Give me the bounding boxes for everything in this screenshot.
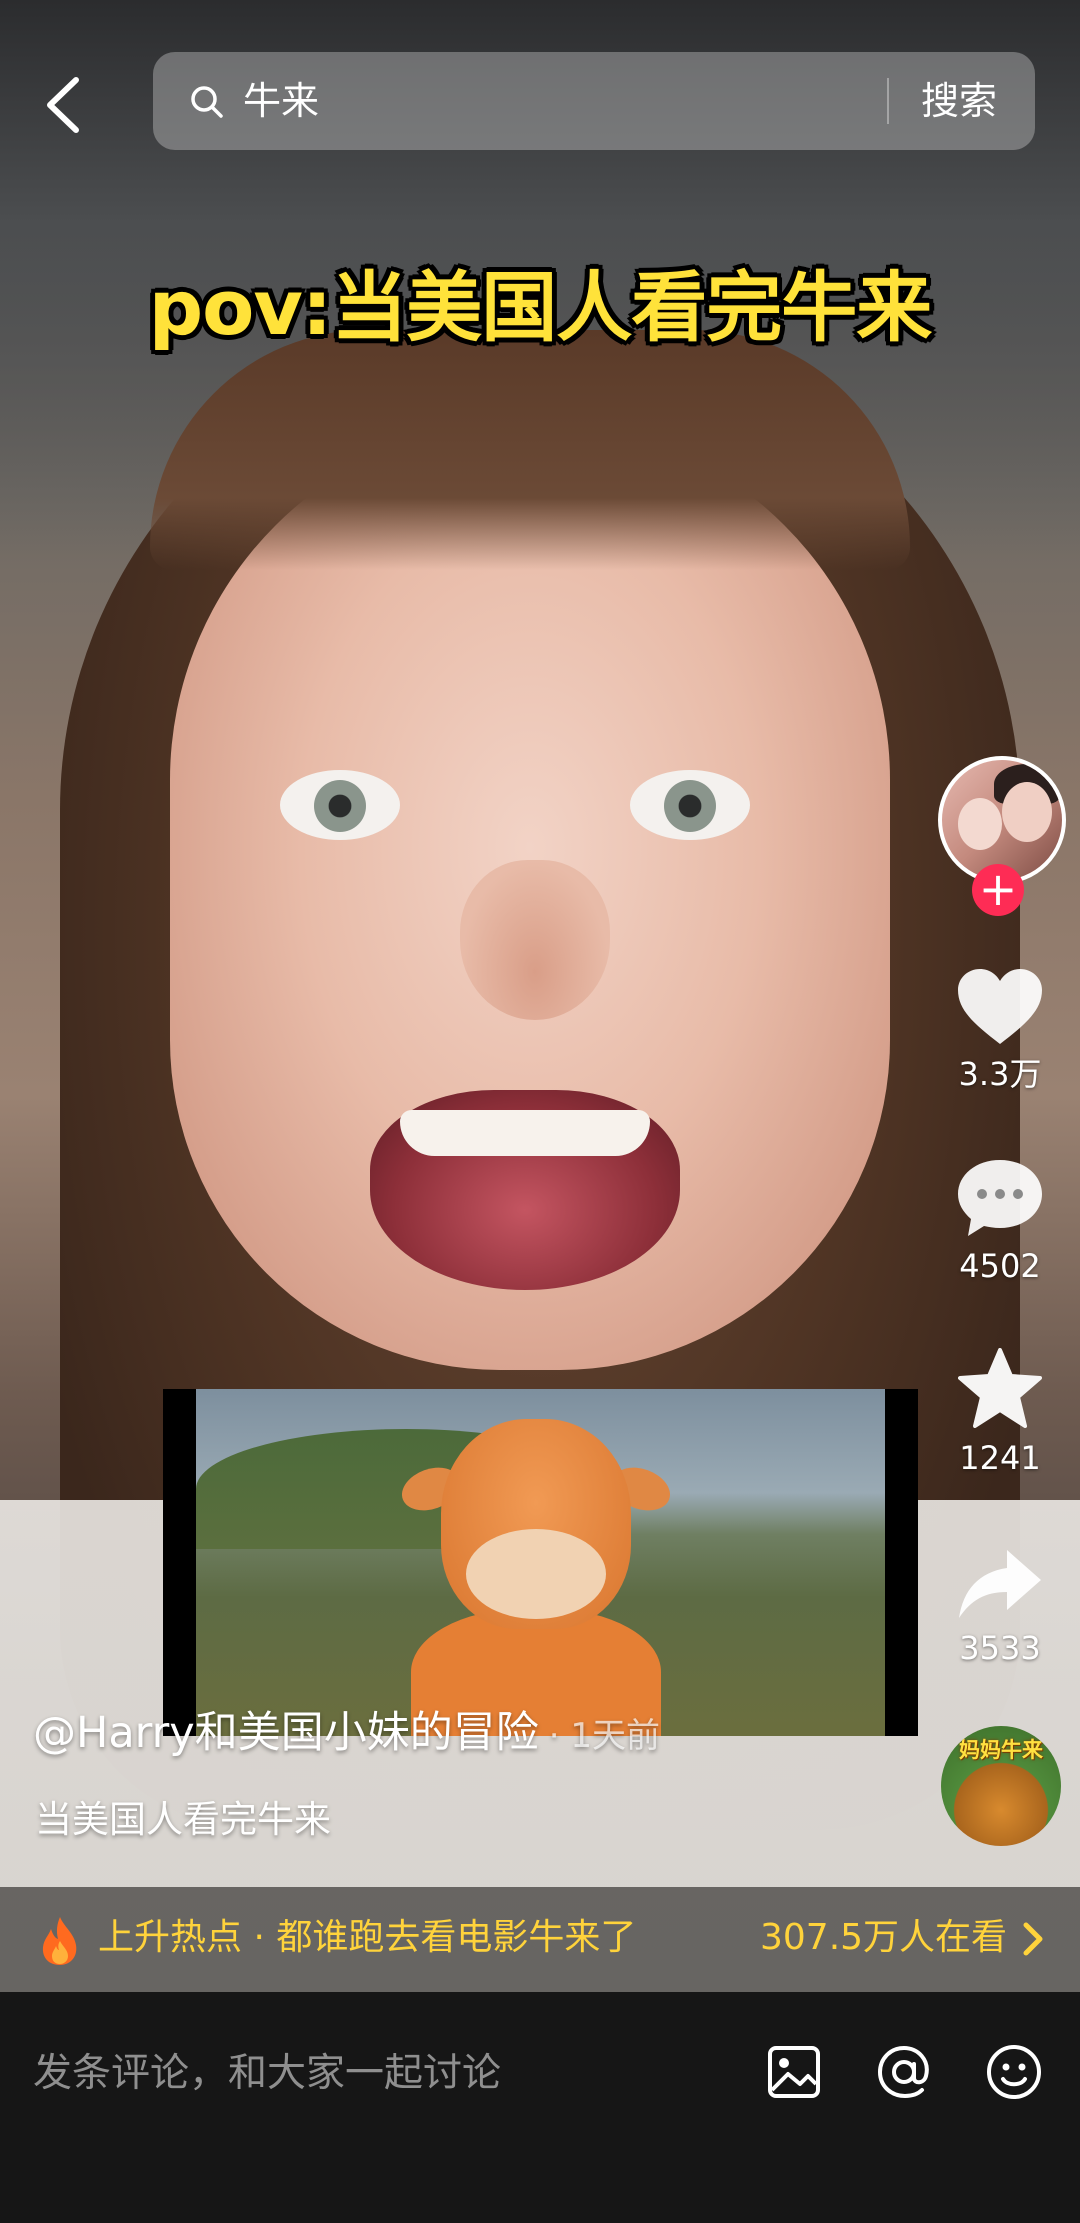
video-caption: pov:当美国人看完牛来: [148, 263, 933, 352]
avatar-face-2: [1002, 782, 1052, 842]
share-arrow-icon: [959, 1550, 1041, 1618]
share-button[interactable]: 3533: [930, 1546, 1070, 1668]
favorite-count: 1241: [959, 1439, 1041, 1477]
movie-clip-scene: [196, 1389, 885, 1736]
follow-button[interactable]: +: [972, 864, 1024, 916]
comment-button[interactable]: 4502: [930, 1156, 1070, 1286]
search-icon: [191, 86, 223, 118]
comment-bar: 发条评论，和大家一起讨论: [0, 1992, 1080, 2223]
hot-topic-label: 上升热点 · 都谁跑去看电影牛来了: [98, 1917, 637, 1958]
favorite-button[interactable]: 1241: [930, 1346, 1070, 1478]
share-count: 3533: [959, 1629, 1041, 1667]
search-bar[interactable]: 牛来 搜索: [153, 52, 1035, 150]
flame-icon: [42, 1917, 77, 1965]
music-disc[interactable]: 妈妈牛来: [941, 1726, 1061, 1846]
video-person-teeth: [400, 1110, 650, 1156]
like-button[interactable]: 3.3万: [930, 966, 1070, 1094]
star-icon: [958, 1348, 1042, 1428]
hot-topic-bar[interactable]: 上升热点 · 都谁跑去看电影牛来了 307.5万人在看: [0, 1887, 1080, 1992]
author-handle[interactable]: @Harry和美国小妹的冒险 · 1天前: [33, 1705, 660, 1764]
video-person-right-eye: [630, 770, 750, 840]
video-screen: pov:当美国人看完牛来 牛来 搜索 + 3.3万 4502 1241 3533…: [0, 0, 1080, 2223]
cow-muzzle: [466, 1529, 606, 1619]
comment-count: 4502: [959, 1247, 1041, 1285]
avatar-face-1: [958, 798, 1002, 850]
chevron-right-icon: [1023, 1922, 1043, 1956]
video-person-nose: [460, 860, 610, 1020]
author-name[interactable]: @Harry和美国小妹的冒险: [33, 1708, 539, 1758]
speech-bubble-icon: [958, 1160, 1042, 1236]
search-divider: [887, 78, 889, 124]
like-count: 3.3万: [958, 1055, 1042, 1093]
video-person-bangs: [150, 330, 910, 570]
video-description[interactable]: 当美国人看完牛来: [35, 1795, 331, 1845]
comment-input[interactable]: 发条评论，和大家一起讨论: [33, 2048, 501, 2100]
heart-icon: [958, 969, 1042, 1044]
action-rail: + 3.3万 4502 1241 3533 妈妈牛来: [930, 756, 1070, 1856]
emoji-icon[interactable]: [978, 2036, 1050, 2108]
post-time: · 1天前: [548, 1716, 660, 1756]
back-button[interactable]: [34, 70, 94, 140]
movie-clip-inset: [163, 1389, 918, 1736]
music-disc-label: 妈妈牛来: [959, 1738, 1043, 1762]
cartoon-cow: [395, 1419, 677, 1736]
image-icon[interactable]: [758, 2036, 830, 2108]
search-button[interactable]: 搜索: [921, 76, 997, 126]
hot-topic-viewers: 307.5万人在看: [760, 1917, 1008, 1958]
search-input[interactable]: 牛来: [243, 78, 319, 124]
video-person-left-eye: [280, 770, 400, 840]
chevron-left-icon: [47, 77, 79, 133]
at-icon[interactable]: [868, 2036, 940, 2108]
